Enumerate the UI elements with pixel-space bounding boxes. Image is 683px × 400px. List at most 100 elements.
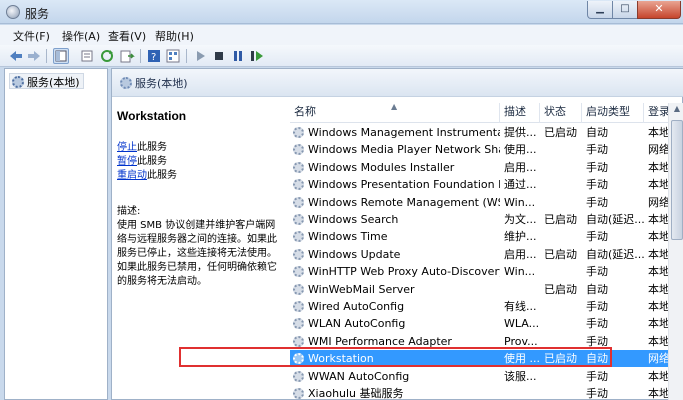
action-suffix: 此服务 [137, 142, 167, 153]
service-name-cell: Workstation [308, 352, 374, 366]
restart-service-link[interactable]: 重启动 [117, 170, 147, 181]
service-logon-cell: 本地 [648, 387, 670, 400]
table-row[interactable]: Windows Update 启用... 已启动 自动(延迟... 本地 [290, 246, 670, 263]
main-header-title: 服务(本地) [135, 76, 188, 90]
minimize-button[interactable]: ▁ [587, 1, 613, 19]
service-name-cell: WLAN AutoConfig [308, 317, 406, 331]
service-desc-cell: Prov... [504, 334, 538, 348]
service-gear-icon [293, 179, 304, 191]
column-header-name[interactable]: 名称 [290, 103, 500, 123]
service-logon-cell: 本地 [648, 317, 670, 331]
service-name-cell: Windows Time [308, 230, 388, 244]
service-desc-cell: 使用... [504, 143, 537, 157]
service-logon-cell: 本地 [648, 126, 670, 139]
table-row[interactable]: WLAN AutoConfig WLA... 手动 本地 [290, 315, 670, 332]
table-row[interactable]: Xiaohulu 基础服务 手动 本地 [290, 385, 670, 400]
service-startup-cell: 手动 [586, 143, 608, 157]
service-gear-icon [293, 214, 304, 225]
menu-help[interactable]: 帮助(H) [155, 28, 194, 44]
service-logon-cell: 本地 [648, 265, 670, 279]
service-desc-cell: 该服... [504, 369, 537, 383]
service-desc-cell: 维护... [504, 230, 537, 244]
service-status-cell: 已启动 [544, 352, 577, 366]
menu-file[interactable]: 文件(F) [13, 28, 50, 44]
service-gear-icon [293, 370, 304, 382]
svg-text:?: ? [151, 52, 156, 63]
service-startup-cell: 手动 [586, 178, 608, 192]
service-desc-cell: 有线... [504, 300, 537, 313]
title-bar: 服务 ▁ □ ✕ [0, 0, 683, 24]
service-startup-cell: 手动 [586, 317, 608, 331]
table-row[interactable]: Windows Remote Management (WS-... Win... 手… [290, 194, 670, 211]
service-status-cell: 已启动 [544, 247, 577, 261]
service-logon-cell: 本地 [648, 178, 670, 192]
service-gear-icon [293, 335, 304, 347]
service-logon-cell: 网络 [648, 352, 670, 366]
service-startup-cell: 手动 [586, 334, 608, 348]
service-status-cell: 已启动 [544, 213, 577, 226]
table-row[interactable]: Windows Presentation Foundation Fo... 通过.… [290, 176, 670, 193]
services-app-icon [6, 5, 20, 19]
help-icon[interactable]: ? [146, 48, 162, 64]
service-startup-cell: 手动 [586, 195, 608, 209]
menu-view[interactable]: 查看(V) [108, 28, 146, 44]
column-header-description[interactable]: 描述 [500, 103, 540, 123]
tree-item-services-local[interactable]: 服务(本地) [9, 73, 84, 89]
list-header: ▲ 名称 描述 状态 启动类型 登录 [290, 103, 683, 123]
forward-arrow-icon[interactable] [26, 48, 42, 64]
start-service-icon[interactable] [192, 48, 208, 64]
service-desc-cell: 启用... [504, 247, 537, 261]
list-view-icon[interactable] [79, 48, 95, 64]
export-list-icon[interactable] [119, 48, 135, 64]
maximize-button[interactable]: □ [612, 1, 638, 19]
service-desc-cell: 提供... [504, 126, 537, 139]
table-row[interactable]: Windows Modules Installer 启用... 手动 本地 [290, 159, 670, 176]
vertical-scrollbar[interactable]: ▲ [668, 103, 683, 400]
scroll-thumb[interactable] [671, 120, 683, 240]
service-logon-cell: 本地 [648, 213, 670, 226]
column-header-startup-type[interactable]: 启动类型 [582, 103, 644, 123]
service-name-cell: WMI Performance Adapter [308, 334, 452, 348]
restart-service-icon[interactable] [249, 48, 265, 64]
refresh-icon[interactable] [99, 48, 115, 64]
close-button[interactable]: ✕ [637, 1, 681, 19]
action-suffix: 此服务 [137, 156, 167, 167]
table-row[interactable]: Windows Management Instrumentation 提供... 已… [290, 124, 670, 141]
service-name-cell: Windows Search [308, 213, 399, 226]
properties-icon[interactable] [165, 48, 181, 64]
service-gear-icon [293, 248, 304, 260]
table-row[interactable]: WinWebMail Server 已启动 自动 本地 [290, 281, 670, 298]
pause-service-icon[interactable] [230, 48, 246, 64]
show-hide-tree-icon[interactable] [53, 48, 69, 64]
service-name-cell: Xiaohulu 基础服务 [308, 387, 404, 400]
service-description-panel: Workstation 停止此服务 暂停此服务 重启动此服务 描述: 使用 SM… [117, 109, 282, 289]
table-row[interactable]: Wired AutoConfig 有线... 手动 本地 [290, 298, 670, 315]
table-row-selected[interactable]: Workstation 使用 ... 已启动 自动 网络 [290, 350, 670, 368]
menu-bar: 文件(F) 操作(A) 查看(V) 帮助(H) [0, 25, 683, 45]
service-logon-cell: 本地 [648, 282, 670, 296]
menu-action[interactable]: 操作(A) [62, 28, 100, 44]
gear-icon [120, 76, 132, 89]
gear-icon [12, 75, 24, 88]
service-desc-cell: 使用 ... [504, 352, 540, 366]
stop-service-icon[interactable] [211, 48, 227, 64]
column-header-status[interactable]: 状态 [540, 103, 582, 123]
table-row[interactable]: Windows Media Player Network Shari... 使用.… [290, 141, 670, 158]
service-logon-cell: 本地 [648, 247, 670, 261]
service-gear-icon [293, 266, 304, 278]
back-arrow-icon[interactable] [8, 48, 24, 64]
table-row[interactable]: Windows Time 维护... 手动 本地 [290, 228, 670, 245]
stop-service-link[interactable]: 停止 [117, 142, 137, 153]
service-name-cell: Windows Presentation Foundation Fo... [308, 178, 500, 192]
table-row[interactable]: Windows Search 为文... 已启动 自动(延迟... 本地 [290, 211, 670, 228]
service-gear-icon [293, 144, 304, 156]
scroll-up-arrow-icon[interactable]: ▲ [671, 104, 683, 118]
table-row[interactable]: WinHTTP Web Proxy Auto-Discovery ... Win.… [290, 263, 670, 280]
service-desc-cell: Win... [504, 265, 536, 279]
table-row[interactable]: WMI Performance Adapter Prov... 手动 本地 [290, 333, 670, 350]
tree-item-label: 服务(本地) [27, 75, 80, 89]
service-logon-cell: 本地 [648, 334, 670, 348]
services-list: ▲ 名称 描述 状态 启动类型 登录 Windows Management In… [290, 103, 683, 400]
pause-service-link[interactable]: 暂停 [117, 156, 137, 167]
table-row[interactable]: WWAN AutoConfig 该服... 手动 本地 [290, 368, 670, 385]
